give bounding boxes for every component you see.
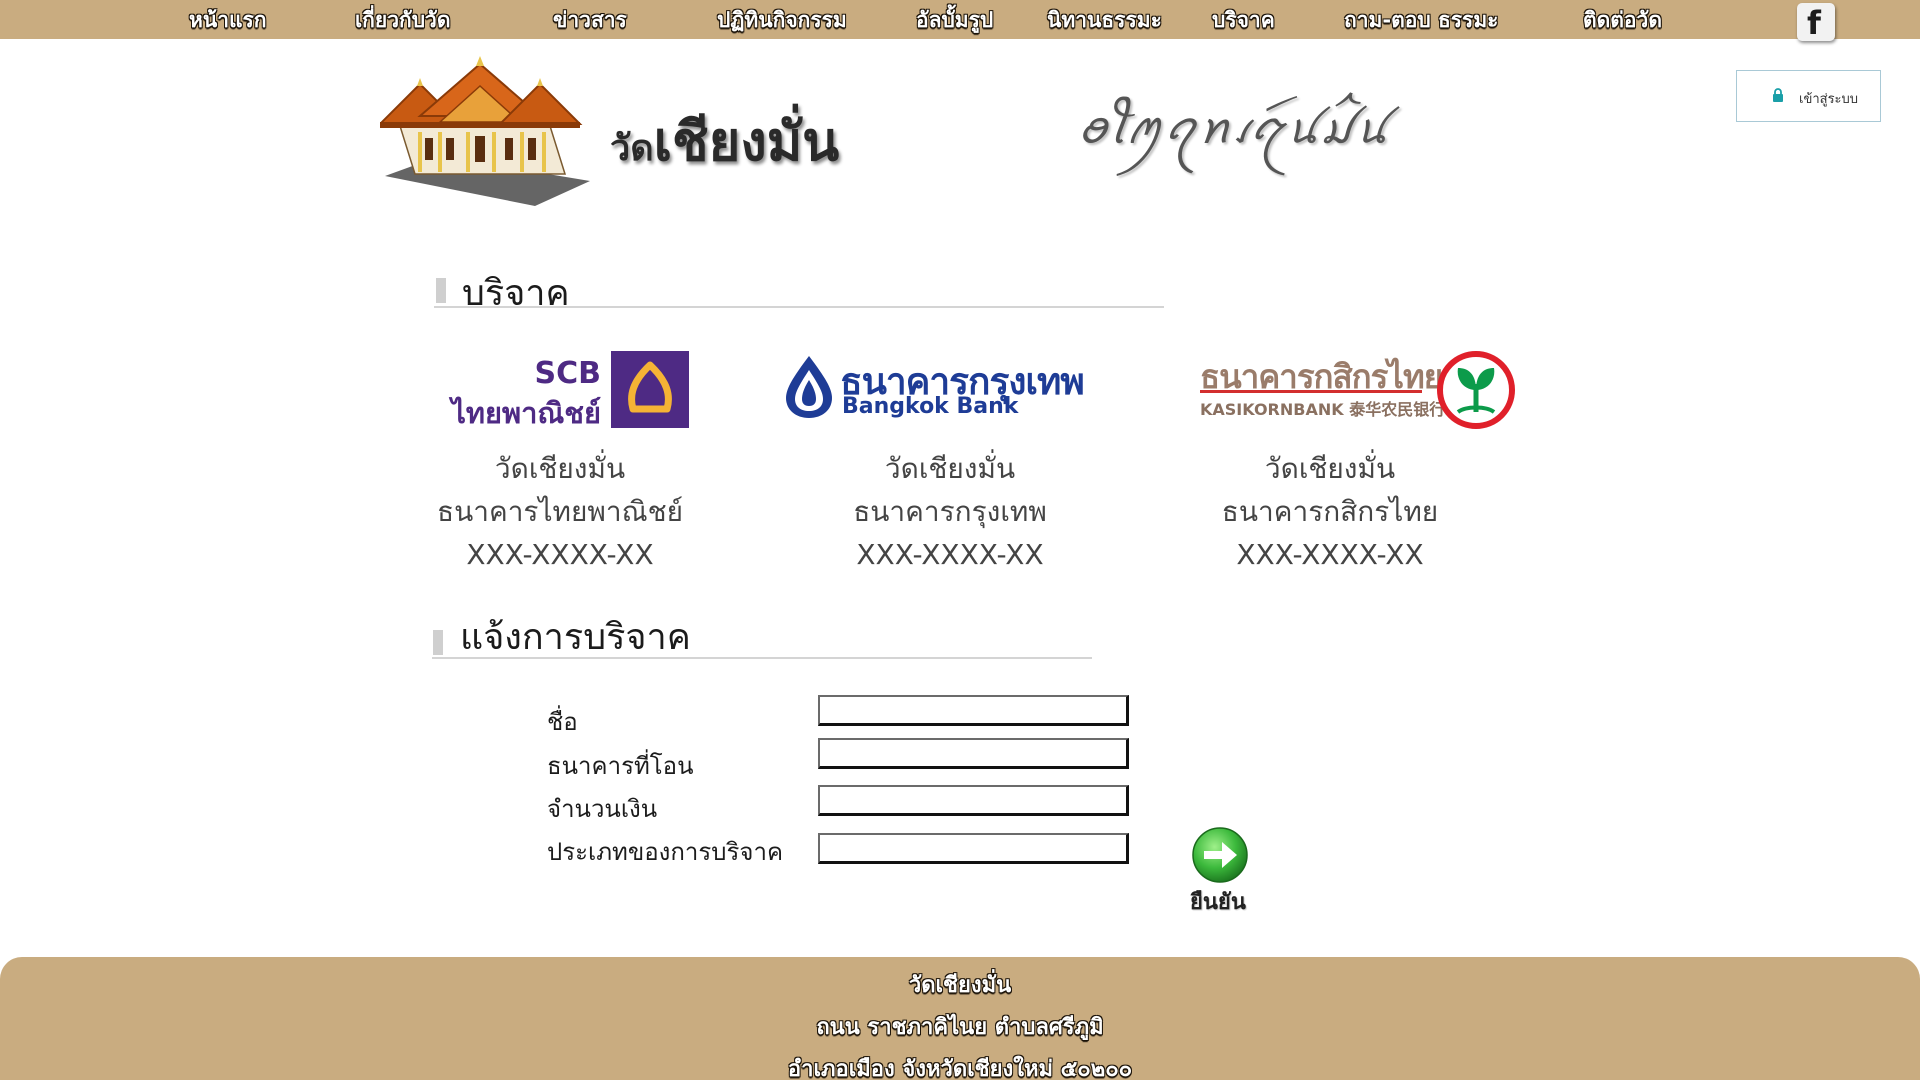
name-input[interactable]	[818, 695, 1129, 726]
scb-account-name: วัดเชียงมั่น	[494, 452, 626, 485]
nav-item-qa[interactable]: ถาม-ตอบ ธรรมะ	[1344, 5, 1498, 35]
kasikorn-bank-name: ธนาคารกสิกรไทย	[1221, 495, 1439, 528]
lanna-script-name: ꪮꪻꪑꪖꪀꪹꪋꪷꪙꪣꪲꪙ	[1078, 103, 1390, 154]
bangkok-bank-logo-en: Bangkok Bank	[842, 394, 1019, 419]
lock-icon	[1773, 88, 1783, 102]
bank-account-bangkok: วัดเชียงมั่น ธนาคารกรุงเทพ XXX-XXXX-XX	[790, 447, 1110, 576]
amount-input[interactable]	[818, 785, 1129, 816]
temple-name-prefix: วัด	[610, 128, 654, 169]
login-button[interactable]: เข้าสู่ระบบ	[1736, 70, 1881, 122]
donation-type-input[interactable]	[818, 833, 1129, 864]
kasikorn-account-number: XXX-XXXX-XX	[1236, 538, 1424, 571]
section-divider	[434, 306, 1164, 308]
scb-logo-name: ไทยพาณิชย์	[451, 396, 601, 430]
footer-address-city: อำเภอเมือง จังหวัดเชียงใหม่ ๕๐๒๐๐	[787, 1057, 1133, 1082]
nav-item-news[interactable]: ข่าวสาร	[553, 5, 627, 35]
section-divider	[432, 657, 1092, 659]
bangkok-bank-logo: ธนาคารกรุงเทพ Bangkok Bank	[784, 350, 1124, 430]
nav-item-donate[interactable]: บริจาค	[1212, 5, 1275, 35]
transfer-bank-label: ธนาคารที่โอน	[547, 752, 694, 780]
scb-logo: SCB ไทยพาณิชย์	[444, 348, 689, 430]
bangkok-account-number: XXX-XXXX-XX	[856, 538, 1044, 571]
nav-item-home[interactable]: หน้าแรก	[189, 5, 267, 35]
nav-item-album[interactable]: อัลบั้มรูป	[916, 5, 993, 35]
confirm-label[interactable]: ยืนยัน	[1190, 884, 1246, 919]
nav-item-dharma-tales[interactable]: นิทานธรรมะ	[1047, 5, 1162, 35]
temple-logo	[380, 56, 590, 206]
nav-item-about[interactable]: เกี่ยวกับวัด	[355, 5, 450, 35]
login-label: เข้าสู่ระบบ	[1799, 92, 1859, 107]
bangkok-bank-emblem-icon	[786, 356, 832, 418]
scb-emblem-icon	[611, 351, 689, 428]
scb-account-number: XXX-XXXX-XX	[466, 538, 654, 571]
top-navigation: หน้าแรก เกี่ยวกับวัด ข่าวสาร ปฏิทินกิจกร…	[0, 0, 1920, 42]
temple-name-main: เชียงมั่น	[653, 110, 840, 173]
kasikorn-logo-en: KASIKORNBANK 泰华农民银行	[1200, 400, 1446, 419]
donate-heading: บริจาค	[462, 273, 570, 314]
facebook-icon[interactable]: f	[1797, 3, 1835, 42]
nav-item-calendar[interactable]: ปฏิทินกิจกรรม	[717, 5, 847, 35]
footer: วัดเชียงมั่น ถนน ราชภาคิไนย ตำบลศรีภูมิ …	[0, 957, 1920, 1082]
transfer-bank-input[interactable]	[818, 738, 1129, 769]
facebook-glyph: f	[1807, 4, 1821, 42]
scb-logo-code: SCB	[534, 356, 602, 391]
nav-item-contact[interactable]: ติดต่อวัด	[1583, 5, 1662, 35]
bangkok-account-name: วัดเชียงมั่น	[884, 452, 1016, 485]
bank-account-kasikorn: วัดเชียงมั่น ธนาคารกสิกรไทย XXX-XXXX-XX	[1170, 447, 1490, 576]
section-marker	[433, 630, 443, 655]
amount-label: จำนวนเงิน	[547, 795, 658, 823]
footer-temple-name: วัดเชียงมั่น	[908, 973, 1012, 998]
bank-account-scb: วัดเชียงมั่น ธนาคารไทยพาณิชย์ XXX-XXXX-X…	[400, 447, 720, 576]
kasikorn-emblem-icon	[1437, 351, 1515, 429]
name-label: ชื่อ	[547, 708, 578, 736]
scb-bank-name: ธนาคารไทยพาณิชย์	[437, 495, 683, 528]
temple-name: วัดเชียงมั่น	[610, 98, 839, 184]
donation-type-label: ประเภทของการบริจาค	[547, 838, 784, 866]
section-marker	[436, 278, 446, 303]
footer-address-street: ถนน ราชภาคิไนย ตำบลศรีภูมิ	[816, 1015, 1104, 1040]
kasikorn-account-name: วัดเชียงมั่น	[1264, 452, 1396, 485]
kasikorn-bank-logo: ธนาคารกสิกรไทย KASIKORNBANK 泰华农民银行	[1198, 348, 1518, 430]
confirm-button[interactable]	[1190, 825, 1250, 885]
bangkok-bank-name: ธนาคารกรุงเทพ	[853, 495, 1047, 528]
kasikorn-logo-rule	[1200, 390, 1422, 393]
